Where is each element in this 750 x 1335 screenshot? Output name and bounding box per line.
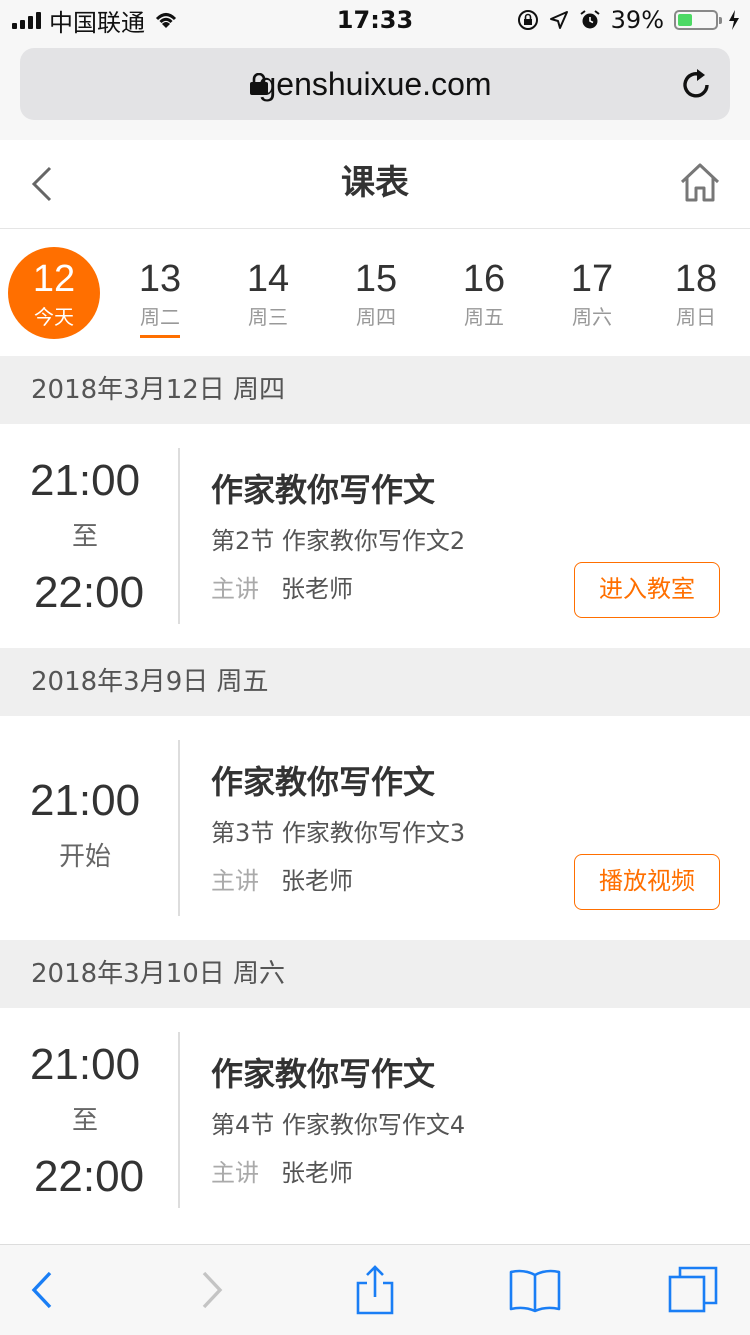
- battery-icon: [674, 10, 722, 30]
- start-label: 开始: [58, 842, 111, 872]
- section-date-header: 2018年3月9日 周五: [0, 648, 750, 716]
- course-card[interactable]: 21:00 开始 作家教你写作文 第3节 作家教你写作文3 主讲 张老师 播放视频: [0, 716, 750, 940]
- day-weekday: 周三: [248, 305, 288, 329]
- time-separator: 至: [71, 1106, 98, 1136]
- day-weekday: 周六: [572, 305, 612, 329]
- teacher-row: 主讲 张老师: [211, 866, 353, 896]
- day-number: 18: [674, 258, 718, 300]
- alarm-icon: [580, 10, 600, 29]
- course-title: 作家教你写作文: [211, 1055, 436, 1093]
- status-bar: 中国联通 17:33 39%: [0, 0, 750, 40]
- day-item[interactable]: 15 周四: [330, 247, 422, 339]
- time-separator: 至: [71, 522, 98, 552]
- lesson-name: 第3节 作家教你写作文3: [211, 819, 466, 847]
- day-weekday: 周二: [140, 305, 180, 329]
- teacher-row: 主讲 张老师: [211, 1158, 353, 1188]
- charging-icon: [729, 10, 739, 30]
- home-icon[interactable]: [678, 160, 722, 204]
- status-right: 39%: [517, 4, 740, 36]
- location-icon: [549, 11, 568, 29]
- divider: [178, 448, 180, 624]
- battery-percent: 39%: [610, 6, 664, 34]
- day-number: 17: [570, 258, 614, 300]
- url-text: genshuixue.com: [258, 66, 492, 102]
- day-item[interactable]: 14 周三: [222, 247, 314, 339]
- enter-classroom-button[interactable]: 进入教室: [574, 562, 720, 618]
- section-date: 2018年3月10日 周六: [31, 959, 286, 989]
- tabs-icon[interactable]: [668, 1265, 718, 1315]
- play-video-button[interactable]: 播放视频: [574, 854, 720, 910]
- day-item[interactable]: 17 周六: [546, 247, 638, 339]
- section-date: 2018年3月9日 周五: [31, 667, 269, 697]
- course-title: 作家教你写作文: [211, 763, 436, 801]
- section-date-header: 2018年3月10日 周六: [0, 940, 750, 1008]
- browser-toolbar: [0, 1244, 750, 1335]
- end-time: 22:00: [33, 568, 145, 617]
- orientation-lock-icon: [517, 10, 538, 30]
- lesson-name: 第2节 作家教你写作文2: [211, 527, 466, 555]
- day-weekday: 周日: [676, 305, 716, 329]
- teacher-label: 主讲: [211, 867, 259, 895]
- section-date: 2018年3月12日 周四: [31, 375, 286, 405]
- day-weekday: 周四: [356, 305, 396, 329]
- browser-back-icon[interactable]: [18, 1265, 68, 1315]
- page-title: 课表: [341, 163, 409, 203]
- teacher-label: 主讲: [211, 1159, 259, 1187]
- browser-forward-icon[interactable]: [186, 1265, 236, 1315]
- course-title: 作家教你写作文: [211, 471, 436, 509]
- day-item[interactable]: 13 周二: [114, 247, 206, 339]
- time-column: 21:00 至 22:00: [0, 1008, 178, 1244]
- course-card[interactable]: 21:00 至 22:00 作家教你写作文 第2节 作家教你写作文2 主讲 张老师…: [0, 424, 750, 648]
- time-column: 21:00 开始: [0, 716, 178, 940]
- lesson-name: 第4节 作家教你写作文4: [211, 1111, 466, 1139]
- reload-icon[interactable]: [680, 68, 714, 102]
- section-date-header: 2018年3月12日 周四: [0, 356, 750, 424]
- selected-day-indicator: [140, 335, 180, 338]
- day-number: 14: [246, 258, 290, 300]
- teacher-name: 张老师: [281, 575, 353, 603]
- teacher-label: 主讲: [211, 575, 259, 603]
- divider: [178, 1032, 180, 1208]
- day-item[interactable]: 12 今天: [8, 247, 100, 339]
- divider: [178, 740, 180, 916]
- browser-address-area: genshuixue.com: [0, 40, 750, 140]
- start-time: 21:00: [29, 1040, 141, 1089]
- day-number: 12: [32, 258, 76, 300]
- battery-fill: [678, 14, 692, 26]
- teacher-row: 主讲 张老师: [211, 574, 353, 604]
- share-icon[interactable]: [350, 1265, 400, 1315]
- teacher-name: 张老师: [281, 867, 353, 895]
- end-time: 22:00: [33, 1152, 145, 1201]
- day-weekday: 周五: [464, 305, 504, 329]
- day-weekday: 今天: [34, 305, 74, 329]
- day-number: 13: [138, 258, 182, 300]
- address-bar[interactable]: genshuixue.com: [20, 48, 730, 120]
- day-number: 16: [462, 258, 506, 300]
- bookmarks-icon[interactable]: [508, 1265, 562, 1315]
- teacher-name: 张老师: [281, 1159, 353, 1187]
- start-time: 21:00: [29, 456, 141, 505]
- time-column: 21:00 至 22:00: [0, 424, 178, 648]
- week-date-strip: 12 今天 13 周二 14 周三 15 周四 16 周五 17 周六 18 周…: [0, 229, 750, 356]
- day-number: 15: [354, 258, 398, 300]
- day-item[interactable]: 16 周五: [438, 247, 530, 339]
- course-card[interactable]: 21:00 至 22:00 作家教你写作文 第4节 作家教你写作文4 主讲 张老师: [0, 1008, 750, 1244]
- page-header: 课表: [0, 140, 750, 229]
- start-time: 21:00: [29, 776, 141, 825]
- day-item[interactable]: 18 周日: [650, 247, 742, 339]
